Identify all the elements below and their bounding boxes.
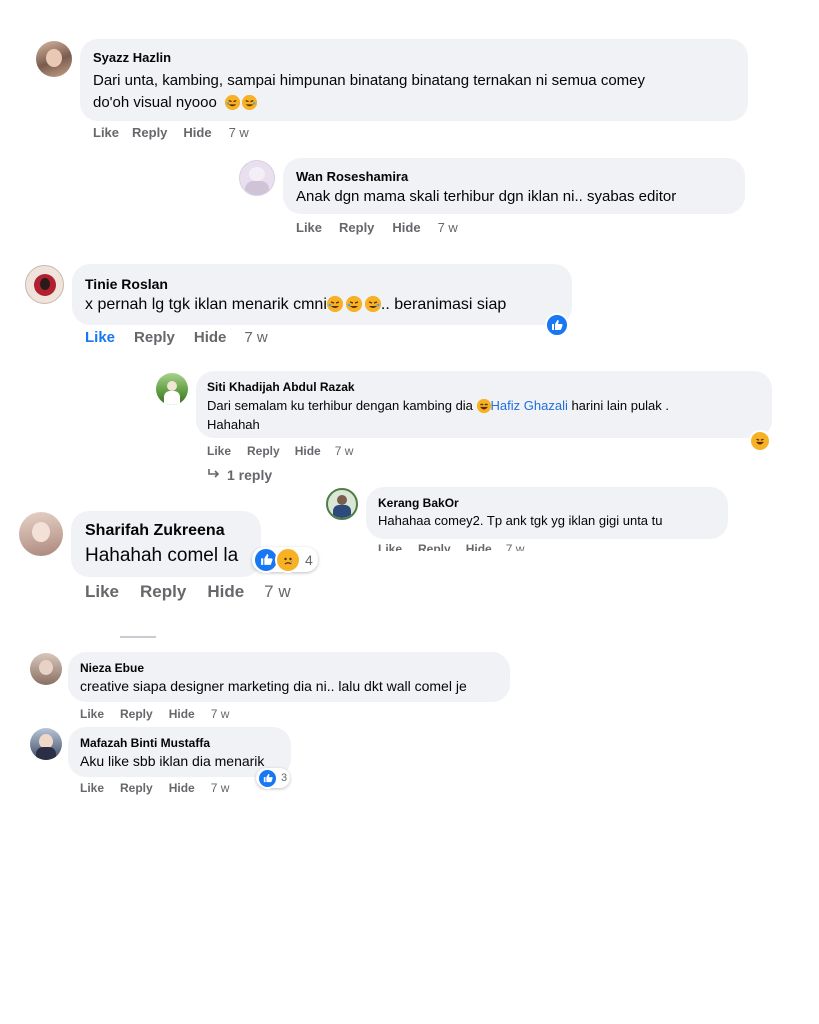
cropped-divider — [120, 636, 156, 638]
timestamp[interactable]: 7 w — [244, 329, 267, 346]
reply-button[interactable]: Reply — [418, 542, 451, 551]
reactions-summary[interactable]: 4 — [252, 546, 318, 573]
rofl-emoji-icon — [224, 95, 240, 110]
reactions-summary[interactable]: 3 — [256, 767, 290, 789]
comment-author[interactable]: Syazz Hazlin — [93, 50, 171, 65]
comment-author[interactable]: Kerang BakOr — [378, 496, 459, 510]
comment-author[interactable]: Wan Roseshamira — [296, 169, 408, 184]
mention-link[interactable]: Hafiz Ghazali — [491, 398, 568, 413]
reply-button[interactable]: Reply — [247, 444, 280, 458]
comment-text-segment: Dari semalam ku terhibur dengan kambing … — [207, 398, 477, 413]
hide-button[interactable]: Hide — [169, 707, 195, 721]
comment-actions: Like Reply Hide 7 w — [80, 781, 229, 795]
comment-author[interactable]: Tinie Roslan — [85, 276, 168, 292]
hide-button[interactable]: Hide — [392, 220, 420, 235]
comment-text-segment: do'oh visual nyooo — [93, 94, 217, 111]
like-button[interactable]: Like — [85, 582, 119, 602]
comment-text: Dari semalam ku terhibur dengan kambing … — [207, 396, 669, 434]
reply-button[interactable]: Reply — [120, 707, 153, 721]
comment-text-line: Dari unta, kambing, sampai himpunan bina… — [93, 72, 645, 89]
comment-actions: Like Reply Hide 7 w — [378, 542, 524, 551]
like-button[interactable]: Like — [93, 125, 119, 140]
comment-actions: Like Reply Hide 7 w — [80, 707, 229, 721]
avatar[interactable] — [30, 653, 62, 685]
reply-button[interactable]: Reply — [132, 125, 167, 140]
comment-text-segment: x pernah lg tgk iklan menarik cmni — [85, 296, 327, 313]
comment-actions: Like Reply Hide 7 w — [85, 582, 291, 602]
avatar[interactable] — [19, 512, 63, 556]
reply-button[interactable]: Reply — [120, 781, 153, 795]
comment-text-segment: .. beranimasi siap — [380, 296, 507, 313]
like-button[interactable]: Like — [85, 329, 115, 346]
reaction-count: 4 — [305, 551, 313, 568]
comment-text-line: do'oh visual nyooo — [93, 92, 645, 114]
comment-text: x pernah lg tgk iklan menarik cmni .. ber… — [85, 295, 506, 315]
comment-text: Hahahaa comey2. Tp ank tgk yg iklan gigi… — [378, 513, 663, 528]
comment-author[interactable]: Siti Khadijah Abdul Razak — [207, 380, 355, 394]
avatar[interactable] — [25, 265, 64, 304]
avatar[interactable] — [326, 488, 358, 520]
rofl-emoji-icon — [326, 296, 343, 312]
comment-text: Aku like sbb iklan dia menarik — [80, 753, 265, 769]
avatar[interactable] — [30, 728, 62, 760]
timestamp[interactable]: 7 w — [211, 781, 230, 795]
like-button[interactable]: Like — [80, 707, 104, 721]
hide-button[interactable]: Hide — [207, 582, 244, 602]
comment-text-line: Hahahah — [207, 417, 260, 432]
sad-reaction-icon — [275, 546, 301, 573]
comment-actions: Like Reply Hide 7 w — [207, 444, 353, 458]
reaction-count: 3 — [281, 772, 288, 784]
replies-count[interactable]: 1 reply — [227, 467, 272, 483]
reply-button[interactable]: Reply — [339, 220, 374, 235]
comment-author[interactable]: Sharifah Zukreena — [85, 522, 225, 540]
avatar[interactable] — [36, 41, 72, 77]
comment-actions: Like Reply Hide 7 w — [85, 329, 268, 346]
reply-arrow-icon — [207, 467, 223, 483]
comment-text: Anak dgn mama skali terhibur dgn iklan n… — [296, 188, 677, 205]
rofl-emoji-icon — [345, 296, 362, 312]
avatar[interactable] — [239, 160, 275, 196]
like-reaction-icon — [257, 767, 278, 789]
hide-button[interactable]: Hide — [183, 125, 211, 140]
comment-actions: Like Reply Hide 7 w — [93, 125, 249, 140]
comment-text: Dari unta, kambing, sampai himpunan bina… — [93, 70, 645, 114]
reply-button[interactable]: Reply — [134, 329, 175, 346]
comment-text: Hahahah comel la — [85, 545, 239, 566]
rofl-emoji-icon — [364, 296, 381, 312]
grin-emoji-icon — [476, 399, 491, 413]
clipped-actions: Like Reply Hide 7 w — [370, 540, 670, 551]
like-reaction-icon[interactable] — [545, 313, 569, 337]
laugh-reaction-icon[interactable] — [749, 430, 771, 452]
like-button[interactable]: Like — [80, 781, 104, 795]
hide-button[interactable]: Hide — [466, 542, 492, 551]
timestamp[interactable]: 7 w — [506, 542, 525, 551]
comment-text-line: Dari semalam ku terhibur dengan kambing … — [207, 396, 669, 415]
like-button[interactable]: Like — [378, 542, 402, 551]
hide-button[interactable]: Hide — [295, 444, 321, 458]
timestamp[interactable]: 7 w — [438, 220, 458, 235]
hide-button[interactable]: Hide — [194, 329, 227, 346]
comment-text: creative siapa designer marketing dia ni… — [80, 678, 467, 694]
comment-actions: Like Reply Hide 7 w — [296, 220, 458, 235]
rofl-emoji-icon — [241, 95, 257, 110]
comment-author[interactable]: Mafazah Binti Mustaffa — [80, 736, 210, 750]
hide-button[interactable]: Hide — [169, 781, 195, 795]
comment-text-segment: harini lain pulak . — [567, 398, 670, 413]
timestamp[interactable]: 7 w — [264, 582, 290, 602]
reply-button[interactable]: Reply — [140, 582, 186, 602]
timestamp[interactable]: 7 w — [335, 444, 354, 458]
timestamp[interactable]: 7 w — [229, 125, 249, 140]
avatar[interactable] — [156, 373, 188, 405]
comment-author[interactable]: Nieza Ebue — [80, 661, 144, 675]
like-button[interactable]: Like — [296, 220, 322, 235]
view-replies-link[interactable]: 1 reply — [207, 467, 272, 483]
like-button[interactable]: Like — [207, 444, 231, 458]
timestamp[interactable]: 7 w — [211, 707, 230, 721]
